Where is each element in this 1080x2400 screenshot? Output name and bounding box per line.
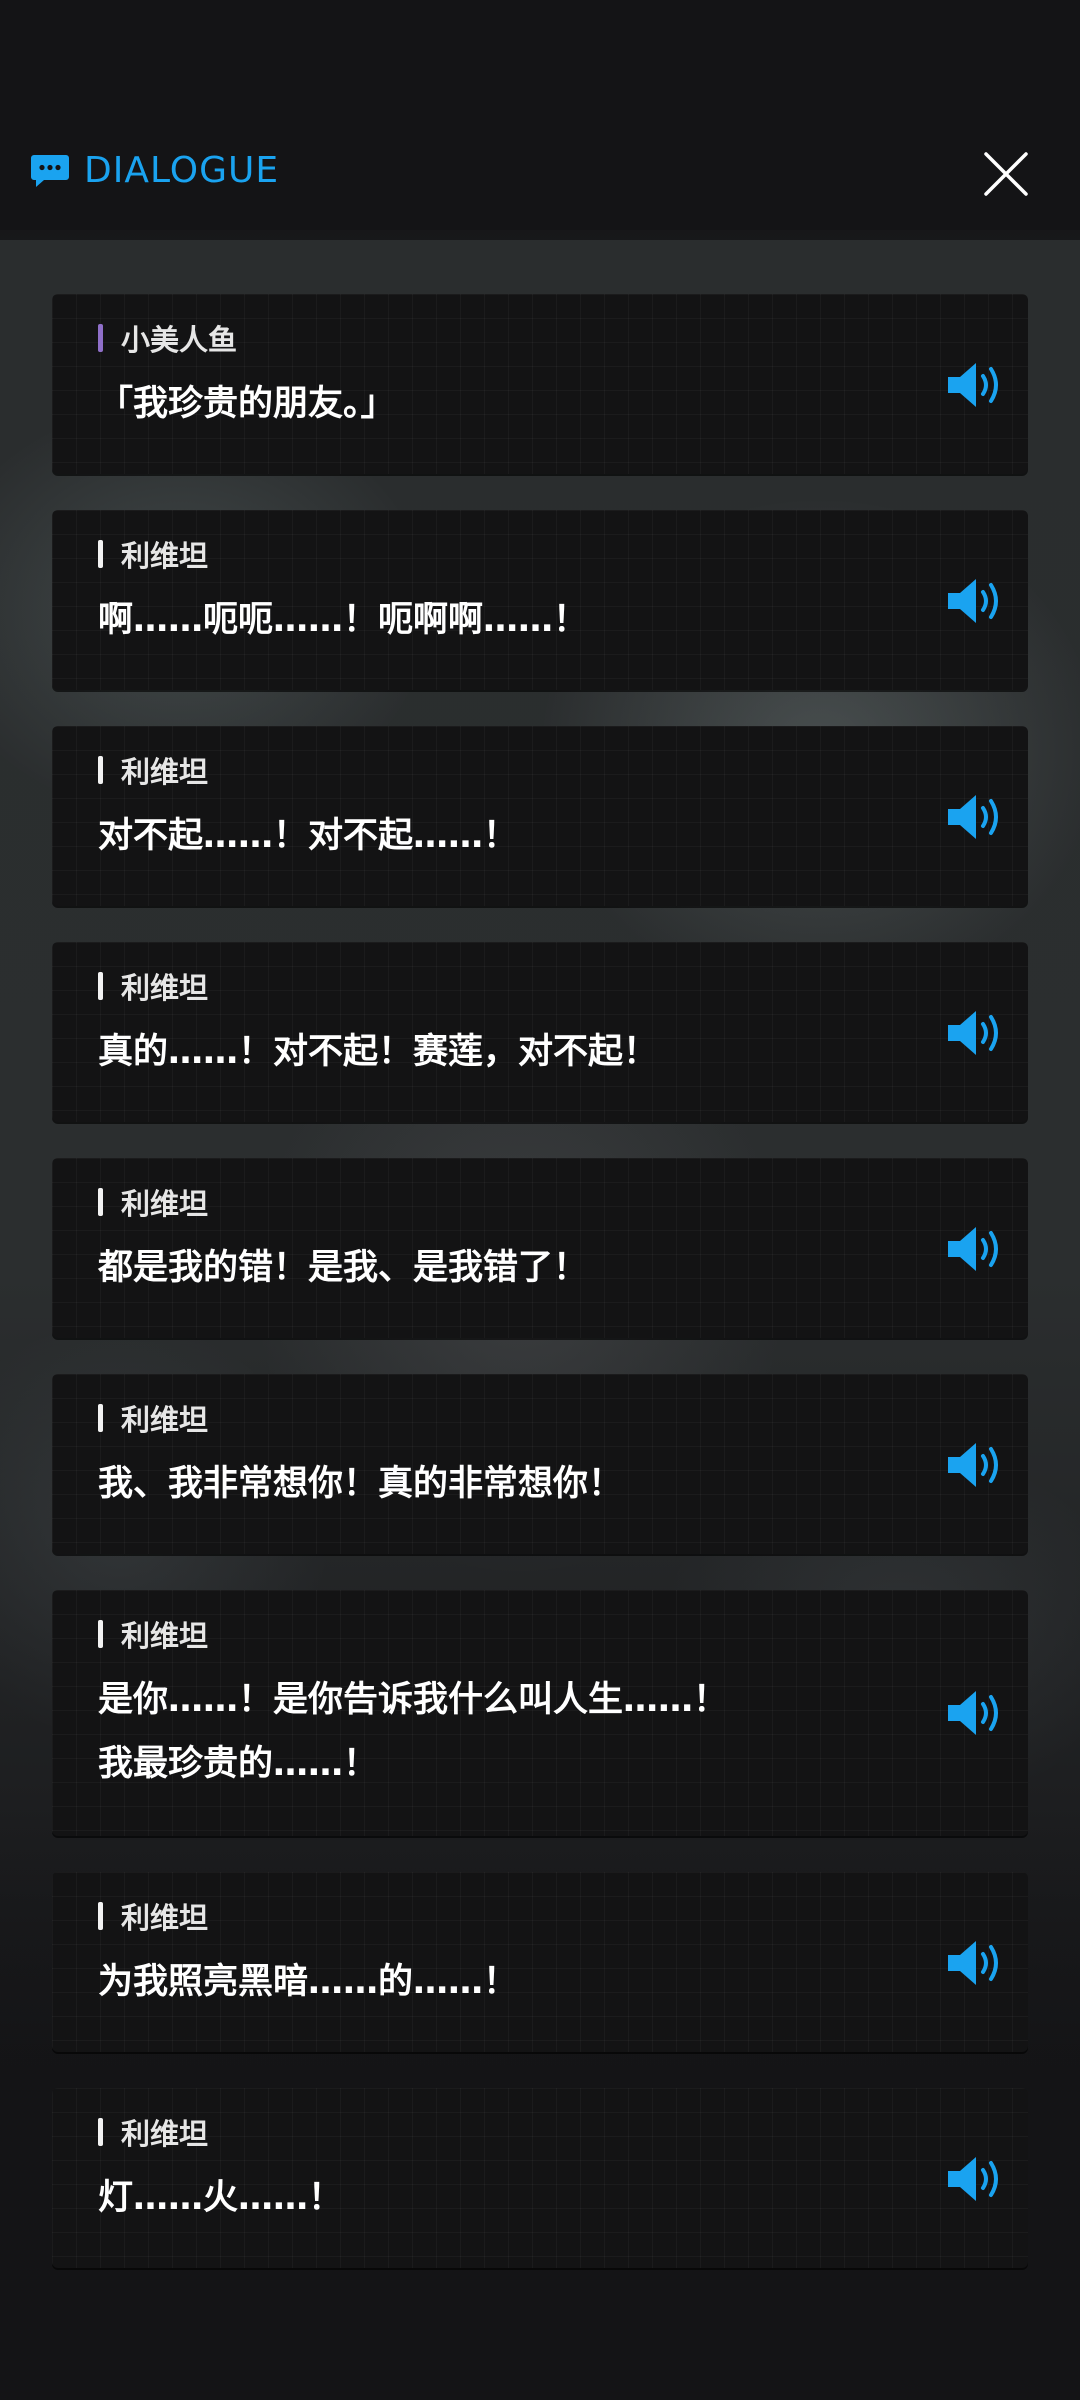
speaker-accent-bar <box>98 324 103 352</box>
speaker-name-row: 利维坦 <box>98 1614 888 1654</box>
dialogue-title: DIALOGUE <box>84 150 280 191</box>
play-voice-button[interactable] <box>946 576 1006 626</box>
speaker-accent-bar <box>98 1620 103 1648</box>
dialogue-line: 都是我的错！是我、是我错了！ <box>98 1248 589 1288</box>
dialogue-text: 啊……呃呃……！呃啊啊……！ <box>98 588 888 652</box>
speaker-volume-icon <box>948 1011 998 1055</box>
speaker-name: 利维坦 <box>121 1619 209 1653</box>
dialogue-line: 对不起……！对不起……！ <box>98 816 519 856</box>
speaker-name-row: 利维坦 <box>98 1896 888 1936</box>
dialogue-entry: 利维坦为我照亮黑暗……的……！ <box>52 1872 1028 2052</box>
speaker-name: 利维坦 <box>121 539 209 573</box>
speaker-volume-icon <box>948 1443 998 1487</box>
speaker-accent-bar <box>98 540 103 568</box>
dialogue-entry: 利维坦我、我非常想你！真的非常想你！ <box>52 1374 1028 1554</box>
dialogue-text: 对不起……！对不起……！ <box>98 804 888 868</box>
speaker-volume-icon <box>948 795 998 839</box>
dialogue-line: 为我照亮黑暗……的……！ <box>98 1962 519 2002</box>
speaker-name: 利维坦 <box>121 755 209 789</box>
speaker-name-row: 小美人鱼 <box>98 318 888 358</box>
speaker-accent-bar <box>98 756 103 784</box>
play-voice-button[interactable] <box>946 1224 1006 1274</box>
speaker-accent-bar <box>98 972 103 1000</box>
play-voice-button[interactable] <box>946 1938 1006 1988</box>
play-voice-button[interactable] <box>946 360 1006 410</box>
dialogue-text: 真的……！对不起！赛莲，对不起！ <box>98 1020 888 1084</box>
dialogue-log-screen: DIALOGUE 小美人鱼 「我珍贵的朋友。」 利维坦 啊……呃呃……！呃啊啊……！… <box>0 0 1080 2400</box>
dialogue-text: 为我照亮黑暗……的……！ <box>98 1950 888 2014</box>
speaker-volume-icon <box>948 579 998 623</box>
speaker-volume-icon <box>948 2157 998 2201</box>
speaker-volume-icon <box>948 1691 998 1735</box>
speaker-name: 利维坦 <box>121 1187 209 1221</box>
dialogue-line: 灯……火……！ <box>98 2178 344 2218</box>
speaker-name-row: 利维坦 <box>98 1398 888 1438</box>
speaker-name-row: 利维坦 <box>98 534 888 574</box>
speaker-accent-bar <box>98 2118 103 2146</box>
play-voice-button[interactable] <box>946 1688 1006 1738</box>
speaker-name-row: 利维坦 <box>98 1182 888 1222</box>
close-icon <box>984 152 1028 196</box>
dialogue-line: 是你……！是你告诉我什么叫人生……！ <box>98 1680 729 1720</box>
dialogue-entry: 利维坦都是我的错！是我、是我错了！ <box>52 1158 1028 1338</box>
speaker-name: 利维坦 <box>121 2117 209 2151</box>
dialogue-entry: 利维坦是你……！是你告诉我什么叫人生……！ 我最珍贵的……！ <box>52 1590 1028 1836</box>
header-bar <box>0 0 1080 240</box>
dialogue-list: 小美人鱼 「我珍贵的朋友。」 利维坦 啊……呃呃……！呃啊啊……！ 利维坦 对不起……… <box>52 294 1028 2304</box>
speaker-volume-icon <box>948 363 998 407</box>
speaker-volume-icon <box>948 1941 998 1985</box>
speaker-name-row: 利维坦 <box>98 2112 888 2152</box>
dialogue-entry: 小美人鱼「我珍贵的朋友。」 <box>52 294 1028 474</box>
dialogue-text: 我、我非常想你！真的非常想你！ <box>98 1452 888 1516</box>
speaker-name-row: 利维坦 <box>98 750 888 790</box>
speaker-name: 小美人鱼 <box>121 323 238 357</box>
dialogue-line: 啊……呃呃……！呃啊啊……！ <box>98 600 589 640</box>
dialogue-text: 都是我的错！是我、是我错了！ <box>98 1236 888 1300</box>
dialogue-text: 「我珍贵的朋友。」 <box>98 372 888 436</box>
dialogue-entry: 利维坦真的……！对不起！赛莲，对不起！ <box>52 942 1028 1122</box>
dialogue-entry: 利维坦灯……火……！ <box>52 2088 1028 2268</box>
speaker-name: 利维坦 <box>121 1901 209 1935</box>
dialogue-text: 是你……！是你告诉我什么叫人生……！ 我最珍贵的……！ <box>98 1668 888 1796</box>
dialogue-text: 灯……火……！ <box>98 2166 888 2230</box>
speaker-volume-icon <box>948 1227 998 1271</box>
speaker-accent-bar <box>98 1188 103 1216</box>
speaker-name: 利维坦 <box>121 971 209 1005</box>
speaker-accent-bar <box>98 1902 103 1930</box>
dialogue-entry: 利维坦对不起……！对不起……！ <box>52 726 1028 906</box>
play-voice-button[interactable] <box>946 1008 1006 1058</box>
dialogue-line: 我、我非常想你！真的非常想你！ <box>98 1464 624 1504</box>
dialogue-line: 真的……！对不起！赛莲，对不起！ <box>98 1032 659 1072</box>
speaker-accent-bar <box>98 1404 103 1432</box>
play-voice-button[interactable] <box>946 2154 1006 2204</box>
play-voice-button[interactable] <box>946 792 1006 842</box>
header: DIALOGUE <box>30 150 279 191</box>
dialogue-entry: 利维坦啊……呃呃……！呃啊啊……！ <box>52 510 1028 690</box>
close-button[interactable] <box>978 146 1034 202</box>
speaker-name-row: 利维坦 <box>98 966 888 1006</box>
dialogue-line: 「我珍贵的朋友。」 <box>98 384 396 424</box>
speaker-name: 利维坦 <box>121 1403 209 1437</box>
play-voice-button[interactable] <box>946 1440 1006 1490</box>
dialogue-line: 我最珍贵的……！ <box>98 1744 379 1784</box>
chat-bubble-icon <box>31 154 69 187</box>
